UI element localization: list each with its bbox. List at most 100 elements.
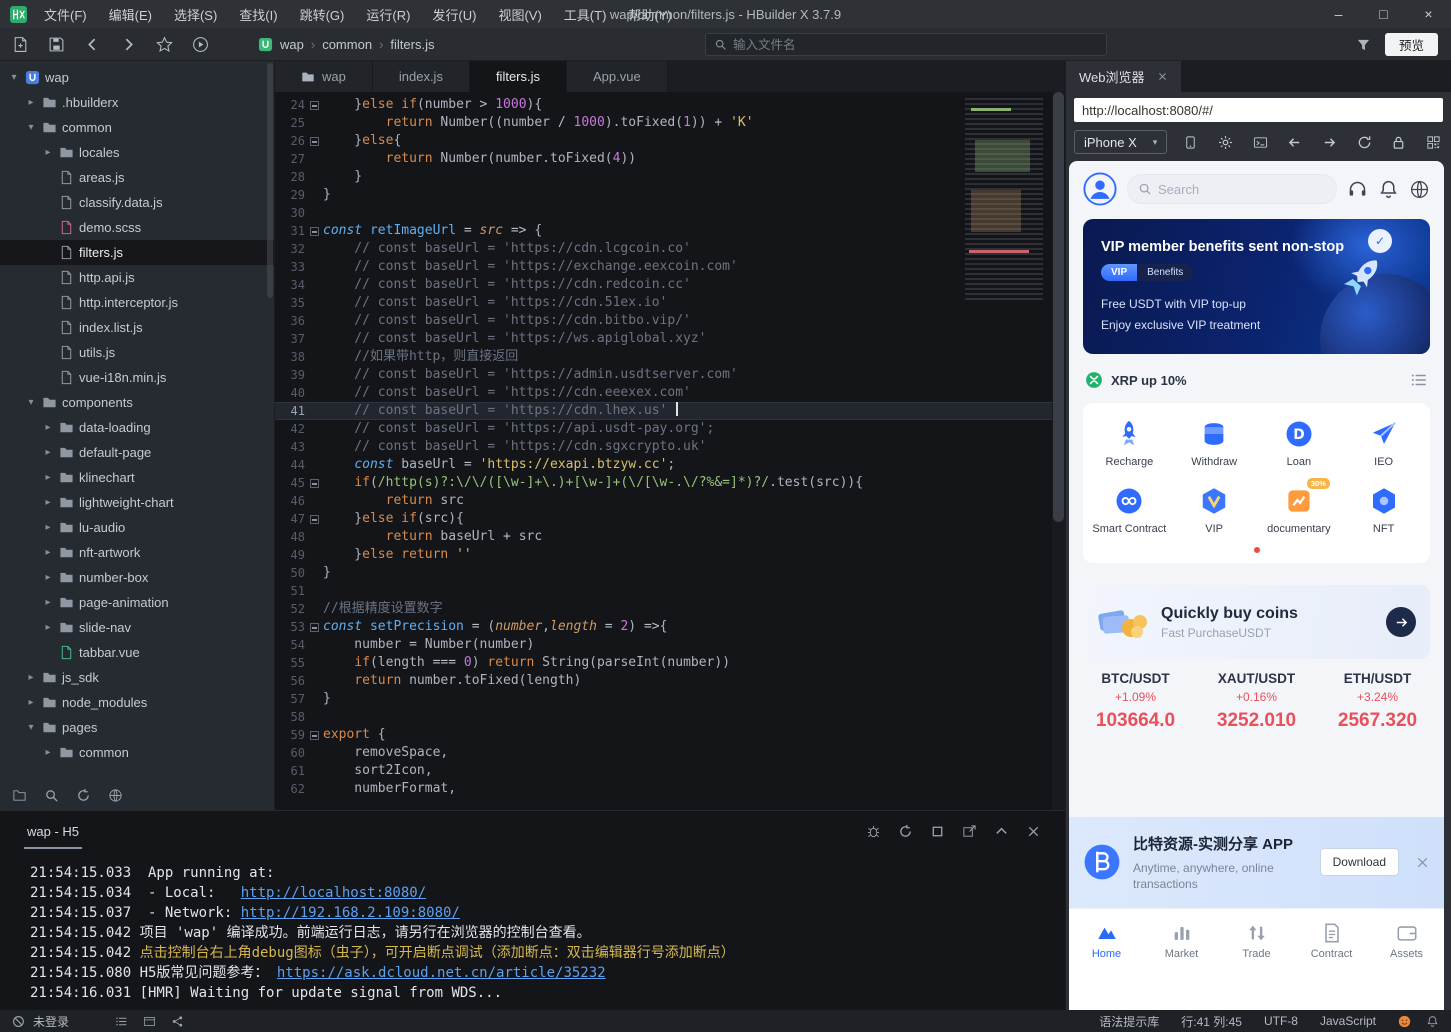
breadcrumb-item[interactable]: common [322,37,372,52]
sidebar-scrollbar[interactable] [267,63,273,298]
favorite-icon[interactable] [156,36,173,53]
breadcrumb-item[interactable]: wap [280,37,304,52]
code-line[interactable]: 33 // const baseUrl = 'https://exchange.… [275,258,1065,276]
code-editor[interactable]: 24 }else if(number > 1000){25 return Num… [275,92,1065,810]
avatar[interactable] [1083,172,1117,206]
console-link[interactable]: http://192.168.2.109:8080/ [241,905,460,921]
tree-item-locales[interactable]: ▸locales [0,140,274,165]
service-recharge[interactable]: Recharge [1087,419,1172,468]
login-status[interactable]: 未登录 [33,1013,69,1030]
code-line[interactable]: 31const retImageUrl = src => { [275,222,1065,240]
menu-item[interactable]: 工具(T) [553,0,618,28]
code-line[interactable]: 32 // const baseUrl = 'https://cdn.lcgco… [275,240,1065,258]
code-line[interactable]: 49 }else return '' [275,546,1065,564]
code-line[interactable]: 62 numberFormat, [275,780,1065,798]
code-line[interactable]: 54 number = Number(number) [275,636,1065,654]
collapse-icon[interactable] [994,824,1009,839]
nav-market[interactable]: Market [1144,909,1219,972]
console-icon[interactable] [1253,135,1268,150]
lock-icon[interactable] [1391,135,1406,150]
tree-item-lightweight-chart[interactable]: ▸lightweight-chart [0,490,274,515]
vip-banner[interactable]: VIP member benefits sent non-stop VIP Be… [1083,219,1430,354]
console-link[interactable]: https://ask.dcloud.net.cn/article/35232 [277,965,606,981]
nav-assets[interactable]: Assets [1369,909,1444,972]
quick-buy-card[interactable]: Quickly buy coins Fast PurchaseUSDT [1083,585,1430,659]
code-line[interactable]: 52//根据精度设置数字 [275,600,1065,618]
code-line[interactable]: 30 [275,204,1065,222]
code-line[interactable]: 44 const baseUrl = 'https://exapi.btzyw.… [275,456,1065,474]
language-icon[interactable] [1409,179,1430,200]
menu-item[interactable]: 选择(S) [163,0,228,28]
filter-icon[interactable] [1356,37,1371,52]
fold-marker[interactable] [310,479,319,488]
code-line[interactable]: 51 [275,582,1065,600]
tree-item-wap[interactable]: ▾wap [0,65,274,90]
close-banner-icon[interactable] [1415,855,1430,870]
search-input[interactable] [733,38,1098,52]
fold-marker[interactable] [310,227,319,236]
service-ieo[interactable]: IEO [1341,419,1426,468]
explorer-icon[interactable] [12,788,27,803]
gear-icon[interactable] [1218,135,1233,150]
tree-item-nft-artwork[interactable]: ▸nft-artwork [0,540,274,565]
tree-item-http.interceptor.js[interactable]: http.interceptor.js [0,290,274,315]
tree-item-vue-i18n.min.js[interactable]: vue-i18n.min.js [0,365,274,390]
tree-item-slide-nav[interactable]: ▸slide-nav [0,615,274,640]
tree-item-demo.scss[interactable]: demo.scss [0,215,274,240]
code-line[interactable]: 45 if(/http(s)?:\/\/([\w-]+\.)+[\w-]+(\/… [275,474,1065,492]
menu-item[interactable]: 发行(U) [421,0,487,28]
arrow-left-icon[interactable] [1287,135,1302,150]
tree-item-js_sdk[interactable]: ▸js_sdk [0,665,274,690]
code-line[interactable]: 34 // const baseUrl = 'https://cdn.redco… [275,276,1065,294]
notice-list-icon[interactable] [1410,371,1428,389]
editor-scrollbar[interactable] [1052,92,1065,810]
run-icon[interactable] [192,36,209,53]
refresh-icon[interactable] [1357,135,1372,150]
maximize-button[interactable]: □ [1361,0,1406,28]
tree-item-filters.js[interactable]: filters.js [0,240,274,265]
code-line[interactable]: 41 // const baseUrl = 'https://cdn.lhex.… [275,402,1065,420]
tree-item-.hbuilderx[interactable]: ▸.hbuilderx [0,90,274,115]
tree-item-node_modules[interactable]: ▸node_modules [0,690,274,715]
tree-item-default-page[interactable]: ▸default-page [0,440,274,465]
qrcode-icon[interactable] [1426,135,1441,150]
app-search[interactable]: Search [1127,174,1337,204]
code-line[interactable]: 61 sort2Icon, [275,762,1065,780]
code-line[interactable]: 26 }else{ [275,132,1065,150]
tree-item-utils.js[interactable]: utils.js [0,340,274,365]
code-line[interactable]: 53const setPrecision = (number,length = … [275,618,1065,636]
scrollbar-thumb[interactable] [1053,92,1064,522]
menu-item[interactable]: 查找(I) [228,0,288,28]
tree-item-common[interactable]: ▸common [0,740,274,765]
tab-wap[interactable]: wap [275,61,373,92]
emoji-icon[interactable] [1398,1015,1411,1028]
code-line[interactable]: 40 // const baseUrl = 'https://cdn.eeexe… [275,384,1065,402]
share-icon[interactable] [171,1015,184,1028]
close-icon[interactable] [1157,71,1168,82]
list-icon[interactable] [115,1015,128,1028]
code-line[interactable]: 56 return number.toFixed(length) [275,672,1065,690]
tree-item-classify.data.js[interactable]: classify.data.js [0,190,274,215]
fold-marker[interactable] [310,101,319,110]
code-line[interactable]: 48 return baseUrl + src [275,528,1065,546]
encoding[interactable]: UTF-8 [1264,1014,1298,1028]
tab-index.js[interactable]: index.js [373,61,470,92]
fold-marker[interactable] [310,731,319,740]
restart-icon[interactable] [898,824,913,839]
code-line[interactable]: 42 // const baseUrl = 'https://api.usdt-… [275,420,1065,438]
menu-item[interactable]: 运行(R) [355,0,421,28]
code-line[interactable]: 47 }else if(src){ [275,510,1065,528]
ticker-BTC/USDT[interactable]: BTC/USDT+1.09%103664.0 [1075,671,1196,732]
service-withdraw[interactable]: Withdraw [1172,419,1257,468]
notifications-icon[interactable] [1378,179,1399,200]
tree-item-page-animation[interactable]: ▸page-animation [0,590,274,615]
nav-trade[interactable]: Trade [1219,909,1294,972]
fold-marker[interactable] [310,623,319,632]
find-icon[interactable] [44,788,59,803]
syntax-hint[interactable]: 语法提示库 [1099,1013,1159,1030]
console-tab[interactable]: wap - H5 [24,824,82,849]
tab-filters.js[interactable]: filters.js [470,61,567,92]
code-line[interactable]: 25 return Number((number / 1000).toFixed… [275,114,1065,132]
tree-item-tabbar.vue[interactable]: tabbar.vue [0,640,274,665]
code-line[interactable]: 35 // const baseUrl = 'https://cdn.51ex.… [275,294,1065,312]
